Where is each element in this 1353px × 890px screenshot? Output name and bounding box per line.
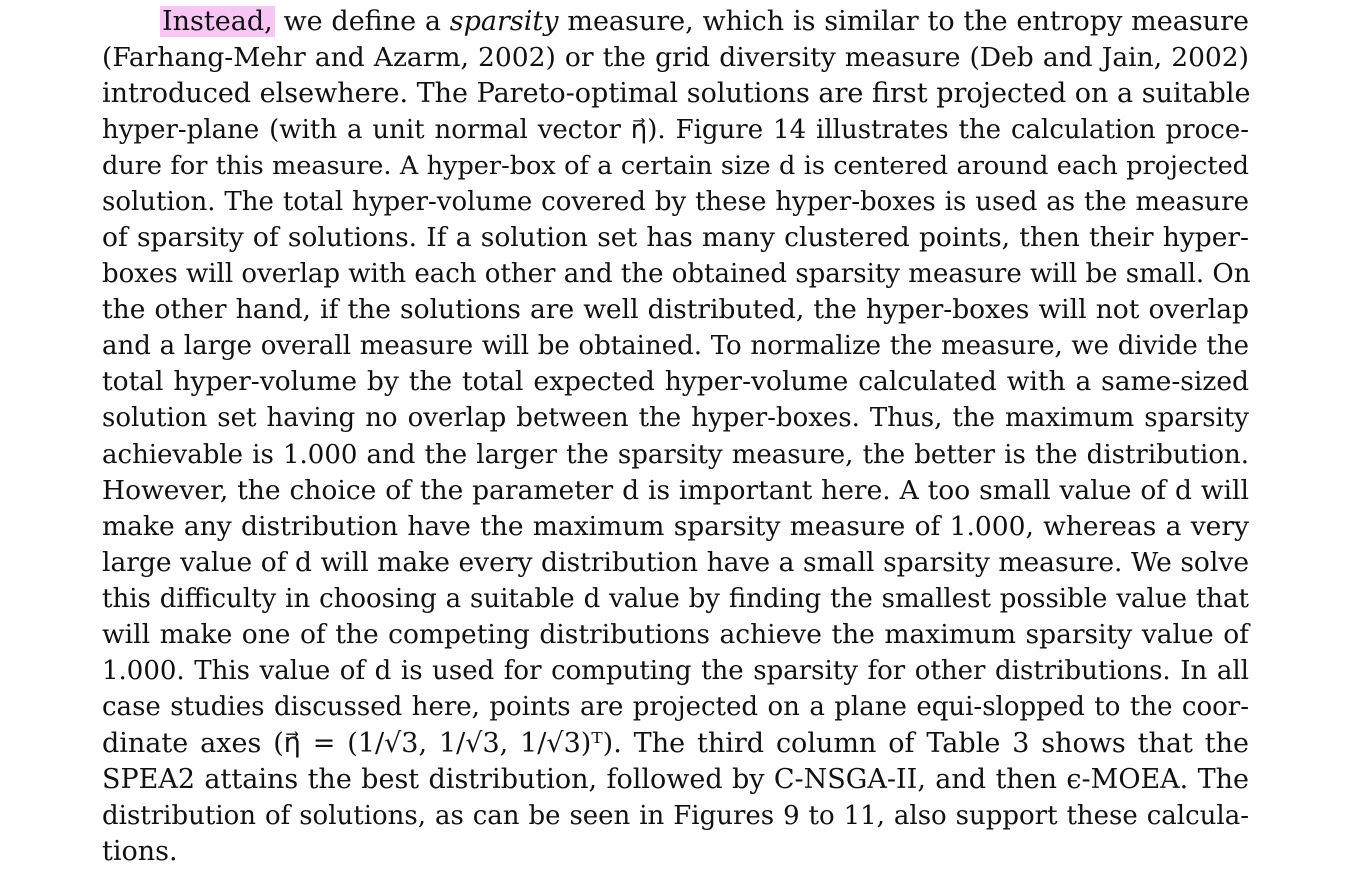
paragraph-line-24: tions. <box>102 836 178 867</box>
paragraph-line-14: However, the choice of the parameter d i… <box>102 475 1249 506</box>
highlighted-word[interactable]: Instead, <box>160 6 275 37</box>
paragraph-line-2: (Farhang-Mehr and Azarm, 2002) or the gr… <box>102 42 1249 73</box>
line-text: we define a <box>283 6 441 37</box>
paragraph-line-18: will make one of the competing distribut… <box>102 619 1249 650</box>
paragraph-line-21: dinate axes (η⃗ = (1/√3, 1/√3, 1/√3)ᵀ). … <box>102 728 1249 759</box>
paragraph-line-11: total hyper-volume by the total expected… <box>102 366 1249 397</box>
paragraph-line-3: introduced elsewhere. The Pareto-optimal… <box>102 78 1251 109</box>
italic-term: sparsity <box>449 6 559 37</box>
paragraph-line-9: the other hand, if the solutions are wel… <box>102 294 1249 325</box>
paragraph-line-16: large value of d will make every distrib… <box>102 547 1249 578</box>
paragraph-line-23: distribution of solutions, as can be see… <box>102 801 1249 831</box>
paragraph-line-13: achievable is 1.000 and the larger the s… <box>102 440 1249 470</box>
paragraph-line-20: case studies discussed here, points are … <box>102 692 1249 722</box>
paragraph-line-4: hyper-plane (with a unit normal vector η… <box>102 115 1249 145</box>
paragraph-line-1: Instead, we define a sparsity measure, w… <box>160 4 1249 40</box>
paragraph-line-19: 1.000. This value of d is used for compu… <box>102 656 1249 686</box>
paragraph-line-6: solution. The total hyper-volume covered… <box>102 187 1249 217</box>
paragraph-line-22: SPEA2 attains the best distribution, fol… <box>102 764 1249 795</box>
paragraph-line-5: dure for this measure. A hyper-box of a … <box>102 151 1249 181</box>
paragraph-line-17: this difficulty in choosing a suitable d… <box>102 584 1249 614</box>
paragraph-line-7: of sparsity of solutions. If a solution … <box>102 222 1249 253</box>
document-page: Instead, we define a sparsity measure, w… <box>0 0 1353 890</box>
paragraph-line-8: boxes will overlap with each other and t… <box>102 259 1251 289</box>
paragraph-line-12: solution set having no overlap between t… <box>102 403 1249 433</box>
line-text: measure, which is similar to the entropy… <box>567 6 1249 37</box>
paragraph-line-10: and a large overall measure will be obta… <box>102 331 1249 361</box>
paragraph-line-15: make any distribution have the maximum s… <box>102 511 1249 542</box>
